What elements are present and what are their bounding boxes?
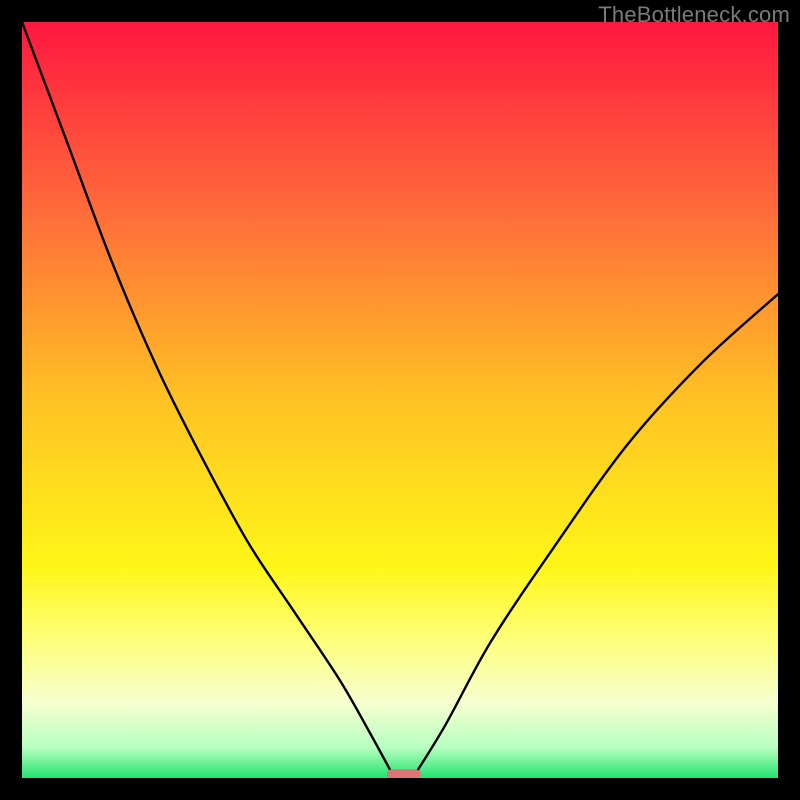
watermark-text: TheBottleneck.com (598, 2, 790, 28)
bottleneck-chart (22, 22, 778, 778)
chart-frame: TheBottleneck.com (0, 0, 800, 800)
minimum-band-marker (387, 769, 421, 778)
